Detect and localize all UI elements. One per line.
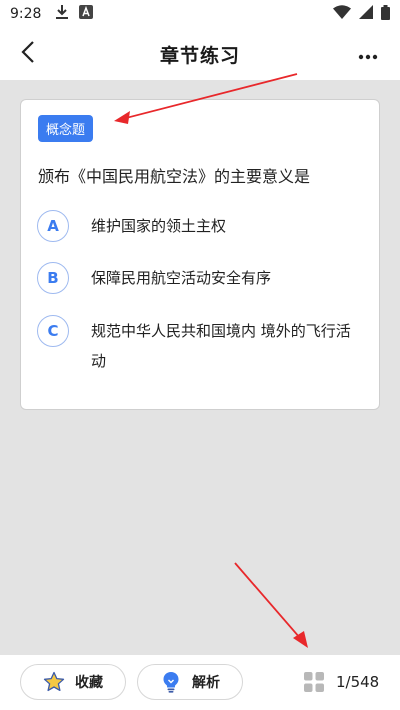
annotation-arrow-bottom — [234, 562, 308, 648]
option-text: 维护国家的领土主权 — [91, 217, 227, 235]
star-icon — [43, 671, 65, 693]
option-letter: C — [37, 315, 69, 347]
option-b[interactable]: B 保障民用航空活动安全有序 — [37, 262, 367, 294]
lightbulb-icon — [160, 671, 182, 693]
option-c[interactable]: C 规范中华人民共和国境内 境外的飞行活动 — [37, 315, 367, 376]
header: 章节练习 — [0, 28, 400, 80]
page-counter[interactable]: 1/548 — [336, 673, 379, 691]
more-button[interactable] — [354, 42, 382, 66]
status-right-icons — [333, 4, 390, 24]
status-bar: 9:28 — [0, 0, 400, 28]
signal-icon — [359, 5, 373, 23]
option-text: 规范中华人民共和国境内 境外的飞行活动 — [91, 322, 351, 370]
more-dots-icon — [358, 45, 378, 64]
wifi-icon — [333, 5, 351, 23]
question-text: 颁布《中国民用航空法》的主要意义是 — [38, 167, 311, 186]
battery-icon — [381, 4, 390, 24]
back-button[interactable] — [14, 40, 42, 68]
page-title: 章节练习 — [159, 44, 240, 67]
status-time: 9:28 — [10, 6, 42, 22]
favorite-button[interactable]: 收藏 — [20, 664, 126, 700]
chevron-left-icon — [21, 41, 35, 67]
option-letter: A — [37, 210, 69, 242]
question-grid-icon[interactable] — [304, 672, 324, 692]
status-left-icons — [55, 4, 94, 24]
option-letter: B — [37, 262, 69, 294]
analysis-button[interactable]: 解析 — [137, 664, 243, 700]
question-card: 概念题 颁布《中国民用航空法》的主要意义是 A 维护国家的领土主权 B 保障民用… — [20, 99, 380, 410]
option-a[interactable]: A 维护国家的领土主权 — [37, 210, 367, 242]
app-notification-icon — [79, 5, 94, 23]
favorite-label: 收藏 — [75, 675, 103, 691]
download-icon — [55, 4, 69, 24]
question-type-badge: 概念题 — [38, 115, 94, 142]
option-text: 保障民用航空活动安全有序 — [91, 269, 272, 287]
analysis-label: 解析 — [192, 675, 220, 691]
bottom-bar: 收藏 解析 1/548 — [0, 655, 400, 710]
